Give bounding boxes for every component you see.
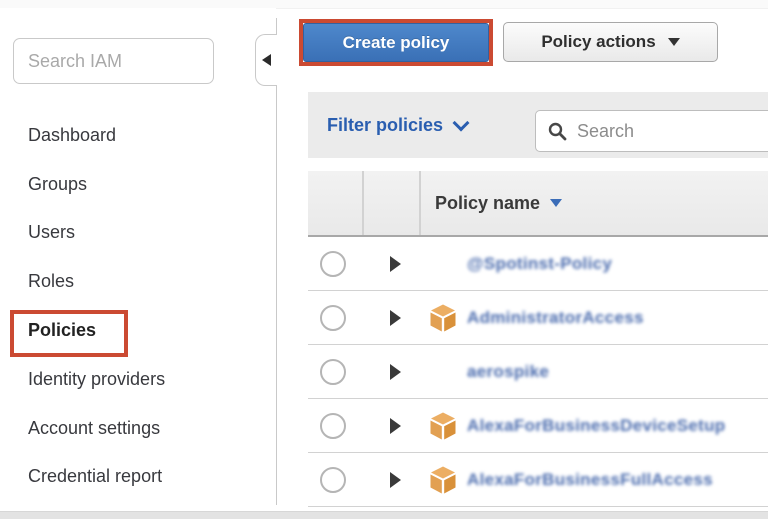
search-icon — [548, 122, 567, 141]
collapse-arrow-icon — [262, 54, 271, 66]
column-divider — [419, 171, 421, 235]
sidebar-item-policies[interactable]: Policies — [28, 306, 258, 355]
sidebar-item-label: Roles — [28, 271, 74, 292]
sort-caret-icon — [550, 199, 562, 207]
sidebar-item-label: Policies — [28, 320, 96, 341]
policy-name-link[interactable]: AdministratorAccess — [467, 308, 644, 328]
expand-arrow-icon[interactable] — [390, 418, 401, 434]
row-radio-button[interactable] — [320, 359, 346, 385]
filter-policies-label: Filter policies — [327, 115, 443, 136]
filter-policies-dropdown[interactable]: Filter policies — [327, 92, 467, 158]
chevron-down-icon — [453, 115, 470, 132]
expand-arrow-icon[interactable] — [390, 472, 401, 488]
sidebar-item-label: Account settings — [28, 418, 160, 439]
policy-name-header-label: Policy name — [435, 193, 540, 214]
sidebar-nav: Dashboard Groups Users Roles Policies Id… — [28, 111, 258, 501]
table-row: @Spotinst-Policy — [308, 237, 768, 291]
row-radio-button[interactable] — [320, 413, 346, 439]
table-row: aerospike — [308, 345, 768, 399]
sidebar-item-credential-report[interactable]: Credential report — [28, 453, 258, 502]
policy-name-column-header[interactable]: Policy name — [435, 171, 562, 235]
policy-actions-button[interactable]: Policy actions — [503, 22, 718, 62]
table-row: AdministratorAccess — [308, 291, 768, 345]
sidebar: Dashboard Groups Users Roles Policies Id… — [0, 8, 276, 511]
sidebar-item-users[interactable]: Users — [28, 209, 258, 258]
column-divider — [362, 171, 364, 235]
expand-arrow-icon[interactable] — [390, 364, 401, 380]
sidebar-item-label: Groups — [28, 174, 87, 195]
sidebar-collapse-button[interactable] — [255, 34, 277, 86]
policy-search-box — [535, 110, 768, 152]
create-policy-button[interactable]: Create policy — [303, 23, 489, 62]
aws-managed-policy-icon — [430, 412, 456, 440]
sidebar-item-label: Credential report — [28, 466, 162, 487]
expand-arrow-icon[interactable] — [390, 256, 401, 272]
sidebar-item-account-settings[interactable]: Account settings — [28, 404, 258, 453]
aws-managed-policy-icon — [430, 304, 456, 332]
policy-search-input[interactable] — [575, 120, 768, 143]
row-radio-button[interactable] — [320, 305, 346, 331]
policy-table: @Spotinst-Policy AdministratorAccess aer… — [308, 237, 768, 507]
sidebar-item-label: Dashboard — [28, 125, 116, 146]
aws-managed-policy-icon — [430, 466, 456, 494]
policy-name-link[interactable]: AlexaForBusinessDeviceSetup — [467, 416, 725, 436]
table-row: AlexaForBusinessDeviceSetup — [308, 399, 768, 453]
policy-actions-label: Policy actions — [541, 32, 655, 52]
row-radio-button[interactable] — [320, 467, 346, 493]
table-row: AlexaForBusinessFullAccess — [308, 453, 768, 507]
sidebar-item-groups[interactable]: Groups — [28, 160, 258, 209]
sidebar-search-input[interactable] — [13, 38, 214, 84]
row-radio-button[interactable] — [320, 251, 346, 277]
sidebar-item-roles[interactable]: Roles — [28, 257, 258, 306]
expand-arrow-icon[interactable] — [390, 310, 401, 326]
sidebar-item-dashboard[interactable]: Dashboard — [28, 111, 258, 160]
table-header: Policy name — [308, 171, 768, 237]
caret-down-icon — [668, 38, 680, 46]
sidebar-item-label: Users — [28, 222, 75, 243]
annotation-box-create-policy: Create policy — [299, 19, 493, 66]
sidebar-item-identity-providers[interactable]: Identity providers — [28, 355, 258, 404]
policy-name-link[interactable]: aerospike — [467, 362, 549, 382]
policy-name-link[interactable]: @Spotinst-Policy — [467, 254, 612, 274]
sidebar-item-label: Identity providers — [28, 369, 165, 390]
sidebar-divider — [276, 18, 277, 505]
policy-name-link[interactable]: AlexaForBusinessFullAccess — [467, 470, 713, 490]
filter-bar: Filter policies — [308, 92, 768, 158]
